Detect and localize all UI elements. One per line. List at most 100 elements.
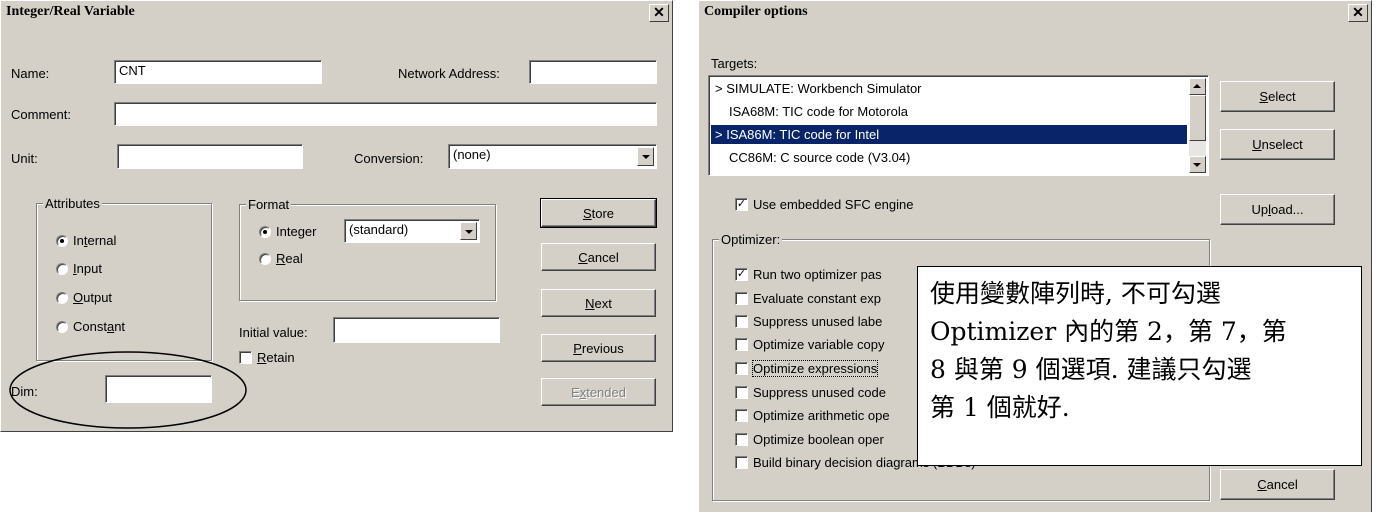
checkbox-label: Optimize expressions [751,360,879,377]
comment-field[interactable] [114,102,657,126]
radio-label: Integer [276,224,317,239]
dialog-title: Compiler options [704,4,808,19]
network-address-field[interactable] [529,60,657,84]
optimizer-option-4[interactable]: Optimize variable copy [735,337,885,352]
initial-value-label: Initial value: [239,325,308,340]
radio-output[interactable]: Output [56,290,112,305]
radio-label: Constant [73,319,126,334]
checkbox-box [735,409,748,422]
callout-line: 使用變數陣列時, 不可勾選 [930,279,1221,308]
radio-label: Real [276,251,303,266]
format-group-label: Format [246,197,292,212]
cancel-button[interactable]: Cancel [1220,469,1335,500]
checkbox-box: ✓ [735,268,748,281]
radio-real[interactable]: Real [259,251,303,266]
name-field-value: CNT [119,63,146,78]
checkbox-box [735,362,748,375]
upload-button[interactable]: Up l oad... [1220,194,1335,225]
dialog-titlebar: Integer/Real Variable ✕ [1,1,672,25]
radio-label: Output [73,290,113,305]
checkbox-box: ✓ [735,198,748,211]
optimizer-option-1[interactable]: ✓ Run two optimizer pas [735,267,882,282]
list-item[interactable]: > SIMULATE: Workbench Simulator [711,79,1187,98]
name-label: Name: [11,66,50,81]
optimizer-option-2[interactable]: Evaluate constant exp [735,291,881,306]
integer-style-select[interactable]: (standard) [344,219,480,243]
network-address-label: Network Address: [398,66,500,81]
radio-label: Input [73,261,102,276]
cancel-button[interactable]: Cancel [541,243,656,271]
close-icon[interactable]: ✕ [649,4,669,22]
next-button[interactable]: Next [541,289,656,317]
checkbox-label: Run two optimizer pas [753,267,882,282]
targets-list[interactable]: > SIMULATE: Workbench Simulator ISA68M: … [708,75,1209,176]
radio-dot [56,234,68,247]
list-item[interactable]: ISA68M: TIC code for Motorola [711,102,1187,121]
scroll-down-icon[interactable] [1189,156,1206,173]
radio-input[interactable]: Input [56,261,102,276]
conversion-label: Conversion: [354,151,424,166]
dialog-titlebar: Compiler options ✕ [699,1,1371,25]
radio-dot [259,252,271,265]
callout-line: 第 1 個就好. [930,393,1070,422]
comment-label: Comment: [11,107,71,122]
radio-integer[interactable]: Integer [259,224,316,239]
scrollbar-thumb[interactable] [1189,95,1206,141]
select-button[interactable]: Select [1220,81,1335,112]
checkbox-label: Suppress unused labe [753,314,883,329]
dialog-title: Integer/Real Variable [6,4,135,19]
scroll-up-icon[interactable] [1189,78,1206,95]
annotation-callout: 使用變數陣列時, 不可勾選 Optimizer 內的第 2，第 7，第 8 與第… [917,266,1362,466]
conversion-select[interactable]: (none) [448,144,657,169]
radio-internal[interactable]: Internal [56,233,116,248]
radio-dot [56,262,68,275]
name-field[interactable]: CNT [114,60,322,84]
initial-value-field[interactable] [333,317,500,343]
checkbox-label: Suppress unused code [753,385,886,400]
extended-button[interactable]: Ex tended [541,378,656,406]
attributes-group-label: Attributes [43,196,102,211]
callout-line: 8 與第 9 個選項. 建議只勾選 [930,355,1252,384]
optimizer-option-7[interactable]: Optimize arithmetic ope [735,408,890,423]
checkbox-box [735,386,748,399]
use-sfc-engine-checkbox[interactable]: ✓ Use embedded SFC engine [735,197,913,212]
close-icon[interactable]: ✕ [1348,4,1368,22]
checkbox-label: Use embedded SFC engine [753,197,914,212]
checkbox-label: Optimize variable copy [753,337,885,352]
list-item[interactable]: CC86M: C source code (V3.04) [711,148,1187,167]
checkbox-box [735,338,748,351]
optimizer-group-label: Optimizer: [719,232,783,247]
attributes-group: Attributes [36,196,212,361]
checkbox-box [735,292,748,305]
radio-dot [259,225,271,238]
callout-line: Optimizer 內的第 2，第 7，第 [930,317,1287,346]
checkbox-label: Retain [257,350,295,365]
previous-button[interactable]: Previous [541,334,656,362]
scrollbar[interactable] [1189,78,1206,173]
chevron-down-icon[interactable] [637,147,654,166]
optimizer-option-6[interactable]: Suppress unused code [735,385,886,400]
integer-style-value: (standard) [349,222,409,237]
optimizer-option-8[interactable]: Optimize boolean oper [735,432,884,447]
checkbox-label: Optimize arithmetic ope [753,408,890,423]
radio-label: Internal [73,233,117,248]
list-item[interactable]: > ISA86M: TIC code for Intel [711,125,1187,144]
unit-label: Unit: [11,151,38,166]
conversion-value: (none) [453,147,491,162]
radio-dot [56,320,68,333]
radio-dot [56,291,68,304]
checkbox-label: Evaluate constant exp [753,291,881,306]
optimizer-option-3[interactable]: Suppress unused labe [735,314,882,329]
checkbox-box [735,456,748,469]
store-button[interactable]: Store [540,198,657,228]
checkbox-box [735,315,748,328]
chevron-down-icon[interactable] [460,222,477,240]
checkbox-box [735,433,748,446]
radio-constant[interactable]: Constant [56,319,125,334]
checkbox-label: Optimize boolean oper [753,432,884,447]
unit-field[interactable] [117,144,303,169]
targets-label: Targets: [711,56,758,71]
highlight-ellipse [9,351,247,429]
unselect-button[interactable]: Unselect [1220,129,1335,160]
optimizer-option-5[interactable]: Optimize expressions [735,360,879,377]
